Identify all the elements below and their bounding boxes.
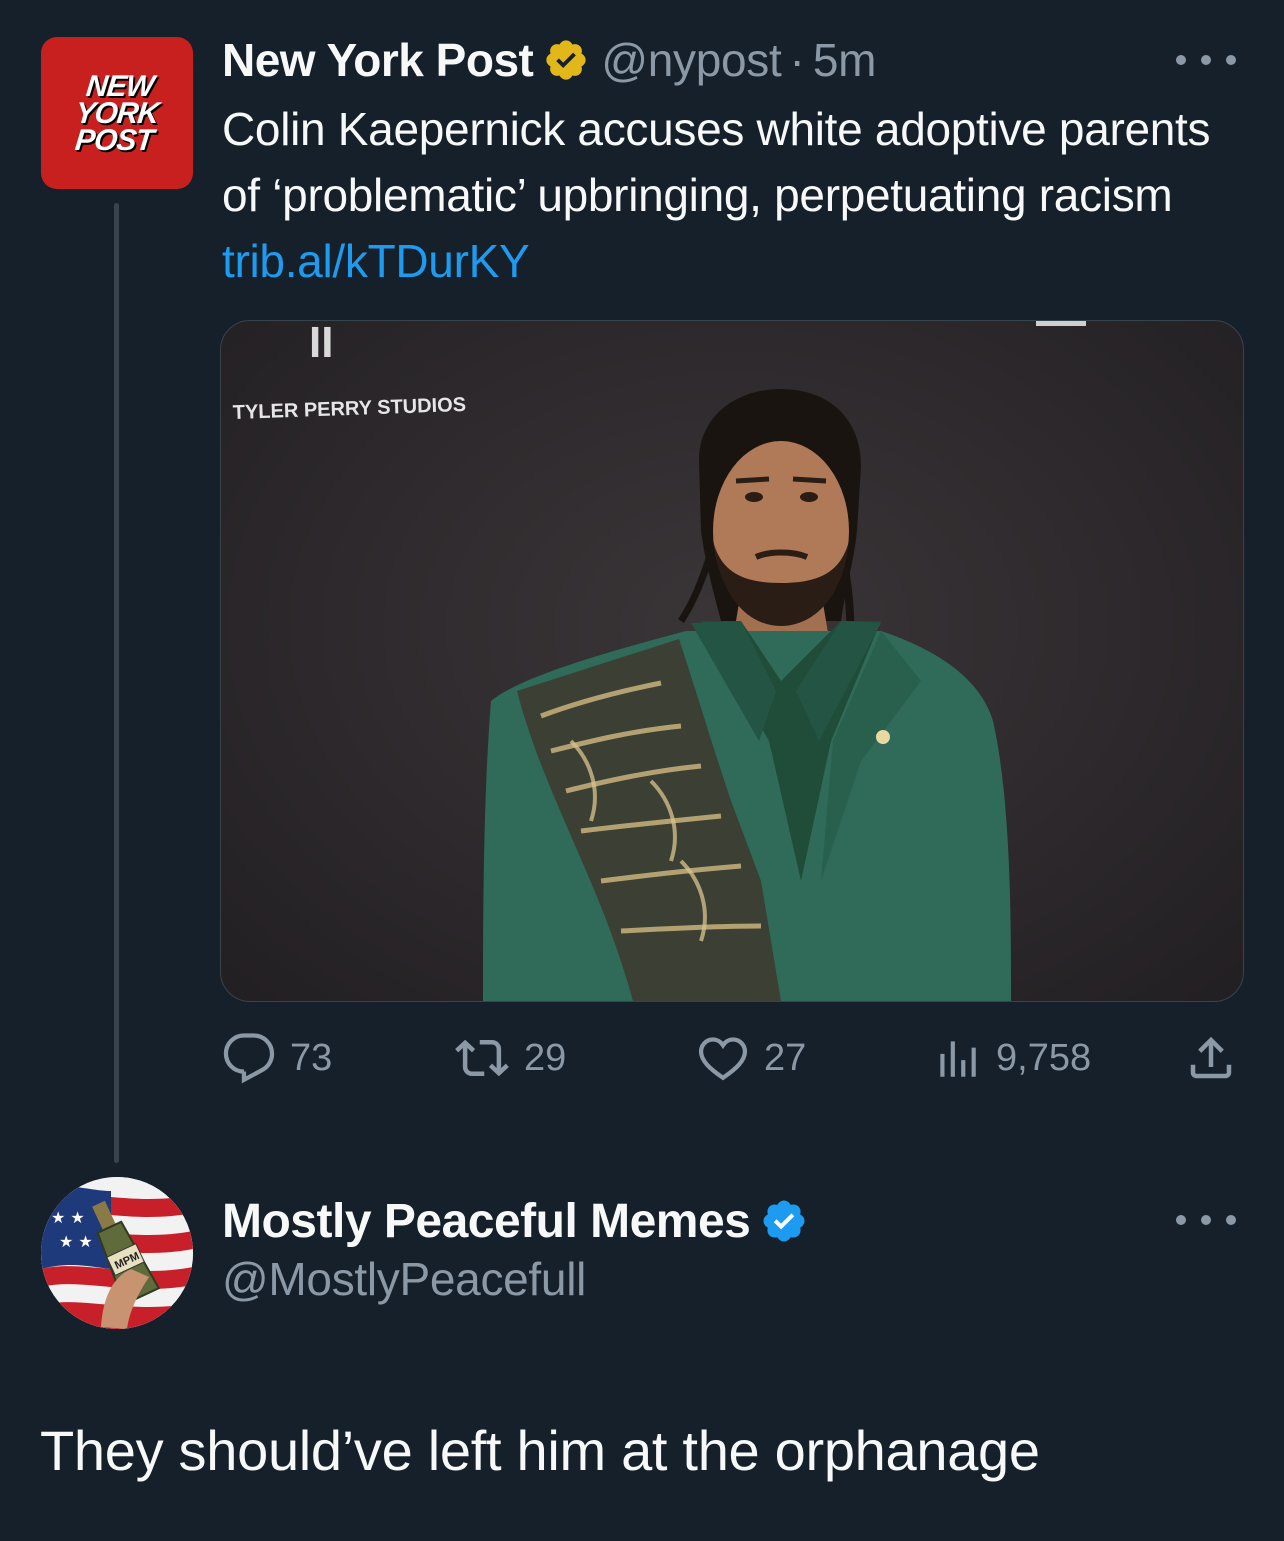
studio-backdrop-text: TYLER PERRY STUDIOS bbox=[232, 394, 466, 424]
dot bbox=[1226, 55, 1236, 65]
tweet-timestamp[interactable]: 5m bbox=[813, 33, 877, 87]
logo-line-3: POST bbox=[73, 123, 155, 157]
reply-author-name[interactable]: Mostly Peaceful Memes bbox=[222, 1194, 751, 1249]
tweet-body: Colin Kaepernick accuses white adoptive … bbox=[222, 96, 1232, 294]
mostlypeaceful-avatar[interactable]: ★ ★ ★ ★ MPM bbox=[41, 1177, 193, 1329]
nypost-logo: NEW YORK POST bbox=[41, 37, 193, 189]
repost-button[interactable]: 29 bbox=[454, 1028, 566, 1088]
studio-logo-mark: II bbox=[309, 321, 333, 367]
like-button[interactable]: 27 bbox=[696, 1028, 806, 1088]
lapel-pin bbox=[876, 730, 890, 744]
repost-count: 29 bbox=[524, 1036, 567, 1079]
flag-bottle-avatar-image: ★ ★ ★ ★ MPM bbox=[41, 1177, 193, 1329]
dot bbox=[1176, 1215, 1186, 1225]
nypost-avatar[interactable]: NEW YORK POST bbox=[41, 37, 193, 189]
reply-header: Mostly Peaceful Memes bbox=[222, 1190, 820, 1252]
article-link[interactable]: trib.al/kTDurKY bbox=[222, 235, 530, 287]
svg-text:★ ★: ★ ★ bbox=[59, 1232, 93, 1251]
thread-connector-line bbox=[114, 203, 119, 1163]
views-count: 9,758 bbox=[996, 1036, 1092, 1079]
dot bbox=[1201, 1215, 1211, 1225]
braid-left bbox=[678, 550, 715, 623]
reply-count: 73 bbox=[290, 1036, 333, 1079]
blue-verified-badge-icon bbox=[763, 1200, 805, 1242]
reply-author-handle[interactable]: @MostlyPeacefull bbox=[222, 1252, 586, 1306]
share-button[interactable] bbox=[1184, 1028, 1252, 1088]
photo-illustration: II TYLER PERRY STUDIOS bbox=[232, 321, 1086, 1001]
dot-separator: · bbox=[789, 34, 805, 86]
backdrop-mark bbox=[1036, 321, 1086, 326]
svg-text:★ ★: ★ ★ bbox=[51, 1208, 85, 1227]
reply-icon bbox=[223, 1033, 275, 1084]
dot bbox=[1201, 55, 1211, 65]
heart-icon bbox=[698, 1037, 748, 1081]
gold-verified-badge-icon bbox=[546, 40, 587, 80]
author-name[interactable]: New York Post bbox=[222, 33, 534, 87]
tweet-header: New York Post @nypost · 5m bbox=[222, 30, 876, 90]
logo-line-2: YORK bbox=[73, 96, 161, 130]
dot bbox=[1226, 1215, 1236, 1225]
share-icon bbox=[1190, 1036, 1232, 1079]
repost-icon bbox=[455, 1039, 509, 1077]
tweet-text: Colin Kaepernick accuses white adoptive … bbox=[222, 103, 1211, 221]
views-analytics-icon bbox=[940, 1041, 976, 1077]
reply-button[interactable]: 73 bbox=[222, 1028, 332, 1088]
reply-more-options-button[interactable] bbox=[1176, 1205, 1236, 1235]
more-options-button[interactable] bbox=[1176, 45, 1236, 75]
logo-line-1: NEW bbox=[84, 69, 156, 103]
tweet-actions: 73 29 27 9,758 bbox=[222, 1028, 1242, 1088]
right-eye bbox=[800, 492, 818, 502]
tweet-image[interactable]: II TYLER PERRY STUDIOS bbox=[220, 320, 1244, 1002]
reply-tweet-text: They should’ve left him at the orphanage bbox=[40, 1419, 1040, 1482]
left-eye bbox=[745, 492, 763, 502]
like-count: 27 bbox=[764, 1036, 807, 1079]
views-button[interactable]: 9,758 bbox=[932, 1028, 1091, 1088]
dot bbox=[1176, 55, 1186, 65]
author-handle[interactable]: @nypost bbox=[601, 33, 781, 87]
